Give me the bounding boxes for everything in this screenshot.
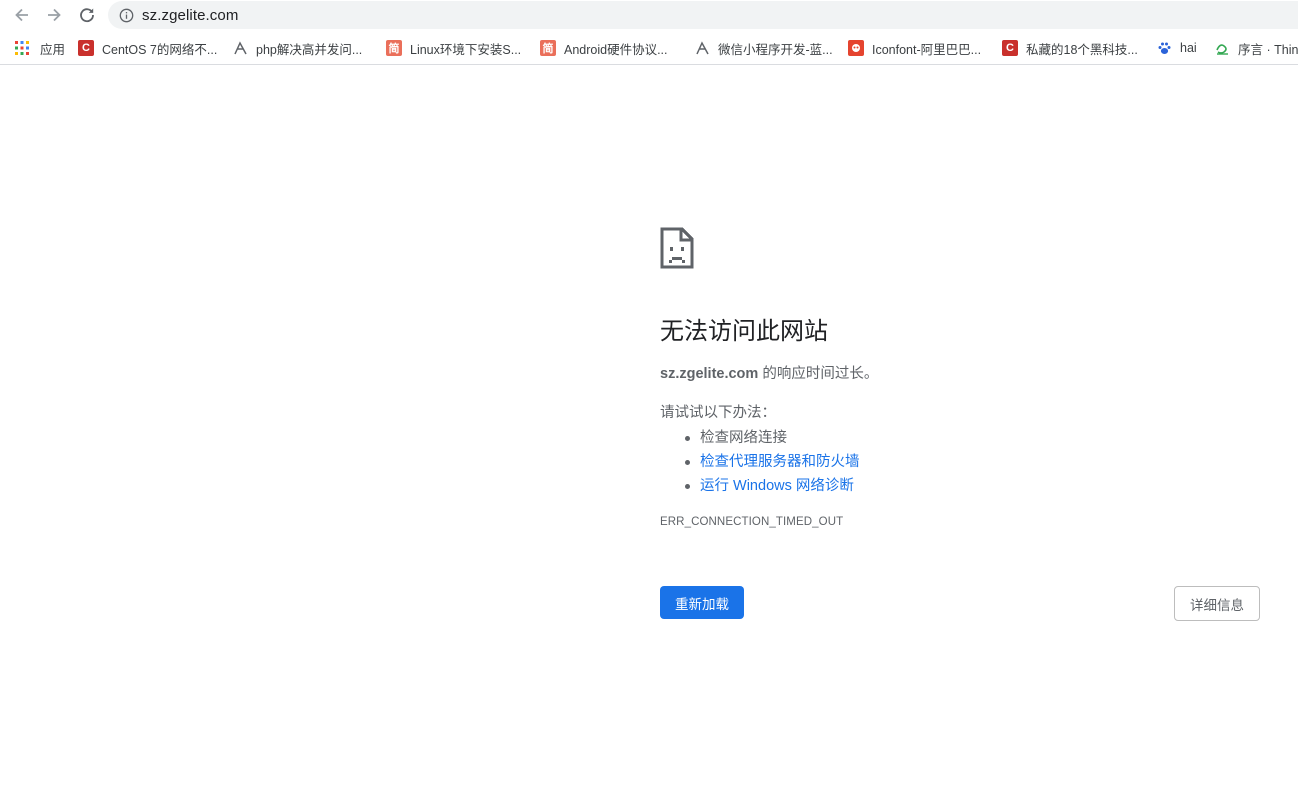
error-host: sz.zgelite.com bbox=[660, 366, 759, 382]
bookmark-item[interactable]: 序言 · Thin bbox=[1214, 37, 1298, 59]
error-description: sz.zgelite.com 的响应时间过长。 bbox=[660, 364, 878, 384]
bookmark-label: Linux环境下安装S... bbox=[410, 42, 522, 57]
refresh-icon bbox=[80, 8, 94, 23]
bookmark-item[interactable]: hai bbox=[1156, 37, 1197, 59]
info-icon[interactable] bbox=[118, 7, 134, 23]
suggestion-run-diagnostics: 运行 Windows 网络诊断 bbox=[685, 474, 860, 498]
reload-page-button[interactable]: 重新加载 bbox=[660, 586, 744, 619]
bookmark-item[interactable]: C 私藏的18个黑科技... bbox=[1002, 37, 1138, 59]
windows-network-diagnostics-link[interactable]: 运行 Windows 网络诊断 bbox=[700, 478, 854, 494]
bookmark-item[interactable]: 微信小程序开发-蓝... bbox=[694, 37, 833, 59]
bookmark-label: 私藏的18个黑科技... bbox=[1026, 42, 1138, 57]
browser-toolbar: sz.zgelite.com bbox=[0, 0, 1298, 30]
iconfont-icon bbox=[848, 40, 864, 56]
arrow-right-icon bbox=[48, 8, 61, 22]
error-title: 无法访问此网站 bbox=[660, 318, 828, 345]
suggestions-list: 检查网络连接 检查代理服务器和防火墙 运行 Windows 网络诊断 bbox=[660, 426, 860, 498]
bookmark-label: php解决高并发问... bbox=[256, 42, 363, 57]
segmentfault-icon bbox=[694, 40, 710, 56]
back-button[interactable] bbox=[10, 3, 34, 27]
bookmark-item[interactable]: C CentOS 7的网络不... bbox=[78, 37, 217, 59]
bookmark-label: 序言 · Thin bbox=[1238, 42, 1298, 57]
error-description-text: 的响应时间过长。 bbox=[758, 366, 879, 382]
thinkphp-icon bbox=[1214, 40, 1230, 56]
reload-button[interactable] bbox=[75, 3, 99, 27]
jianshu-icon: 简 bbox=[540, 40, 556, 56]
bookmark-label: 微信小程序开发-蓝... bbox=[718, 42, 833, 57]
suggestion-check-network: 检查网络连接 bbox=[685, 426, 860, 450]
bookmark-label: CentOS 7的网络不... bbox=[102, 42, 218, 57]
url-text[interactable]: sz.zgelite.com bbox=[142, 7, 238, 24]
suggestion-text: 检查网络连接 bbox=[700, 430, 787, 446]
check-proxy-firewall-link[interactable]: 检查代理服务器和防火墙 bbox=[700, 454, 860, 470]
forward-button[interactable] bbox=[42, 3, 66, 27]
bookmark-label: Android硬件协议... bbox=[564, 42, 668, 57]
address-bar[interactable]: sz.zgelite.com bbox=[108, 1, 1298, 29]
segmentfault-icon bbox=[232, 40, 248, 56]
bookmark-item[interactable]: 简 Android硬件协议... bbox=[540, 37, 668, 59]
error-code: ERR_CONNECTION_TIMED_OUT bbox=[660, 516, 844, 528]
csdn-icon: C bbox=[1002, 40, 1018, 56]
baidu-paw-icon bbox=[1156, 40, 1172, 56]
suggestions-label: 请试试以下办法： bbox=[660, 405, 776, 421]
csdn-icon: C bbox=[78, 40, 94, 56]
sad-page-icon bbox=[660, 227, 694, 269]
bookmark-label: Iconfont-阿里巴巴... bbox=[872, 42, 982, 57]
bookmark-apps[interactable]: 应用 bbox=[14, 37, 65, 59]
bookmark-label: 应用 bbox=[40, 42, 66, 57]
details-button[interactable]: 详细信息 bbox=[1174, 586, 1260, 621]
bookmarks-bar: 应用 C CentOS 7的网络不... php解决高并发问... 简 Linu… bbox=[0, 32, 1298, 65]
bookmark-item[interactable]: php解决高并发问... bbox=[232, 37, 362, 59]
bookmark-item[interactable]: Iconfont-阿里巴巴... bbox=[848, 37, 981, 59]
jianshu-icon: 简 bbox=[386, 40, 402, 56]
apps-grid-icon bbox=[14, 40, 30, 56]
bookmark-item[interactable]: 简 Linux环境下安装S... bbox=[386, 37, 521, 59]
arrow-left-icon bbox=[15, 8, 28, 22]
bookmark-label: hai bbox=[1180, 41, 1197, 55]
suggestion-check-proxy: 检查代理服务器和防火墙 bbox=[685, 450, 860, 474]
